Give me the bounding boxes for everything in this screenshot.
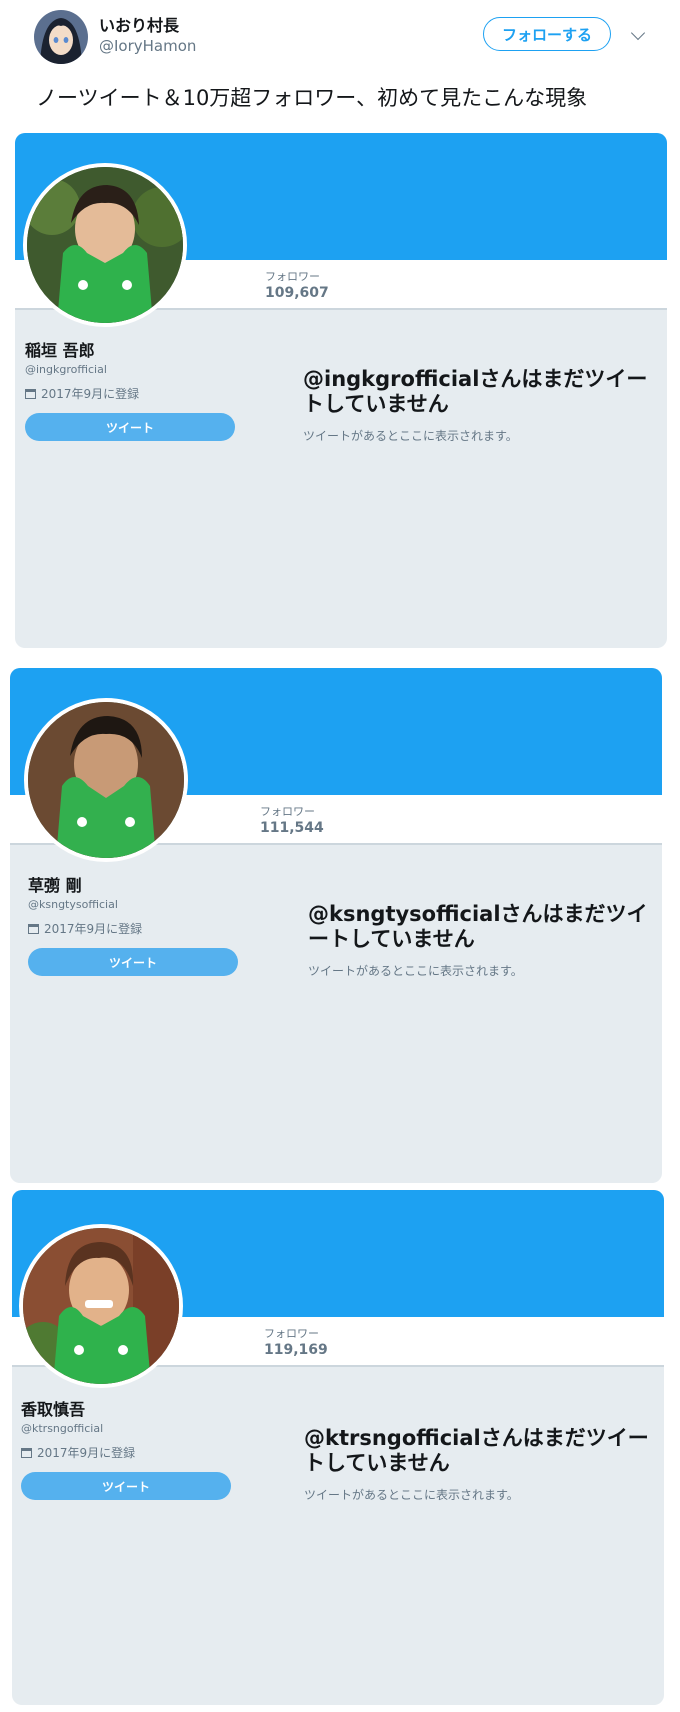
empty-state-title: @ingkgrofficialさんはまだツイートしていません	[303, 367, 648, 416]
tweet-text: ノーツイート＆10万超フォロワー、初めて見たこんな現象	[36, 86, 588, 110]
joined-text: 2017年9月に登録	[44, 922, 143, 936]
profile-handle: @ktrsngofficial	[21, 1422, 104, 1435]
followers-stat[interactable]: フォロワー 111,544	[260, 803, 324, 836]
author-handle[interactable]: @IoryHamon	[99, 37, 196, 55]
joined-text: 2017年9月に登録	[37, 1446, 136, 1460]
profile-name: 香取慎吾	[21, 1400, 86, 1419]
followers-count: 111,544	[260, 820, 324, 836]
empty-state-subtitle: ツイートがあるとここに表示されます。	[303, 429, 518, 443]
profile-handle: @ingkgrofficial	[25, 363, 107, 376]
followers-count: 109,607	[265, 285, 329, 301]
tweet-button[interactable]: ツイート	[21, 1472, 231, 1500]
profile-name: 稲垣 吾郎	[25, 341, 95, 360]
author-avatar[interactable]	[34, 10, 88, 64]
calendar-icon	[28, 924, 39, 934]
followers-label: フォロワー	[264, 1327, 319, 1340]
follow-button[interactable]: フォローする	[483, 17, 611, 51]
empty-state-subtitle: ツイートがあるとここに表示されます。	[304, 1488, 519, 1502]
profile-avatar[interactable]	[24, 698, 188, 862]
calendar-icon	[21, 1448, 32, 1458]
profile-avatar[interactable]	[19, 1224, 183, 1388]
joined-date: 2017年9月に登録	[28, 920, 142, 937]
profile-card: フォロワー 109,607 稲垣 吾郎 @ingkgrofficial 2017…	[15, 133, 667, 648]
followers-label: フォロワー	[265, 270, 320, 283]
joined-text: 2017年9月に登録	[41, 387, 140, 401]
profile-card: フォロワー 119,169 香取慎吾 @ktrsngofficial 2017年…	[12, 1190, 664, 1705]
followers-stat[interactable]: フォロワー 119,169	[264, 1325, 328, 1358]
profile-handle: @ksngtysofficial	[28, 898, 118, 911]
chevron-down-icon[interactable]	[630, 25, 646, 41]
profile-avatar[interactable]	[23, 163, 187, 327]
joined-date: 2017年9月に登録	[21, 1444, 135, 1461]
followers-label: フォロワー	[260, 805, 315, 818]
calendar-icon	[25, 389, 36, 399]
empty-state-title: @ktrsngofficialさんはまだツイートしていません	[304, 1426, 649, 1475]
tweet-button[interactable]: ツイート	[28, 948, 238, 976]
tweet-button[interactable]: ツイート	[25, 413, 235, 441]
empty-state-title: @ksngtysofficialさんはまだツイートしていません	[308, 902, 648, 951]
profile-name: 草彅 剛	[28, 876, 82, 895]
empty-state-subtitle: ツイートがあるとここに表示されます。	[308, 964, 523, 978]
profile-card: フォロワー 111,544 草彅 剛 @ksngtysofficial 2017…	[10, 668, 662, 1183]
followers-count: 119,169	[264, 1342, 328, 1358]
followers-stat[interactable]: フォロワー 109,607	[265, 268, 329, 301]
joined-date: 2017年9月に登録	[25, 385, 139, 402]
author-name[interactable]: いおり村長	[99, 12, 179, 36]
